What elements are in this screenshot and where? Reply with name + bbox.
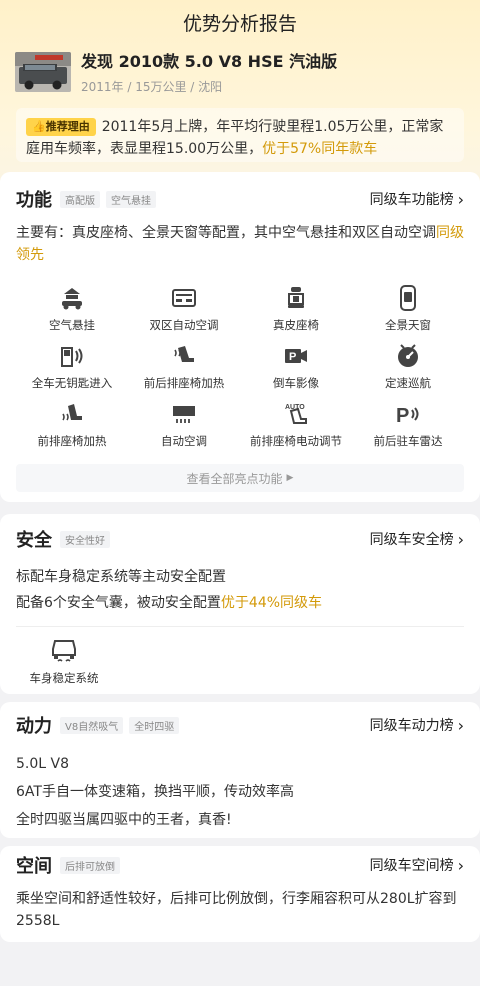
panoramic-sunroof-icon: [400, 285, 416, 311]
feature-label: 真皮座椅: [273, 318, 319, 332]
safety-line-1: 标配车身稳定系统等主动安全配置: [16, 569, 226, 585]
function-rank-label: 同级车功能榜: [369, 192, 454, 208]
chevron-right-icon: ›: [457, 189, 464, 209]
feature-item[interactable]: 车身稳定系统: [16, 637, 112, 695]
feature-item[interactable]: P 前后驻车雷达: [352, 400, 464, 458]
reverse-camera-icon: P: [285, 349, 307, 363]
feature-label: 前后排座椅加热: [143, 376, 225, 390]
power-seat-icon: AUTO: [285, 404, 307, 424]
recommend-box: 👍推荐理由 2011年5月上牌，年平均行驶里程1.05万公里，正常家庭用车频率，表…: [16, 108, 464, 162]
feature-label: 全车无钥匙进入: [31, 376, 113, 390]
safety-title: 安全: [16, 530, 52, 551]
safety-tag: 安全性好: [60, 530, 110, 548]
front-seat-heating-icon: [62, 404, 82, 421]
feature-label: 前排座椅加热: [37, 434, 107, 448]
feature-item[interactable]: 前后排座椅加热: [128, 342, 240, 400]
safety-line-2: 配备6个安全气囊，被动安全配置优于44%同级车: [16, 592, 464, 614]
air-suspension-icon: [62, 288, 82, 310]
power-rank-label: 同级车动力榜: [369, 718, 454, 734]
svg-text:P: P: [289, 351, 296, 363]
feature-item[interactable]: 全车无钥匙进入: [16, 342, 128, 400]
feature-label: 空气悬挂: [49, 318, 95, 332]
power-rank-link[interactable]: 同级车动力榜 ›: [370, 715, 464, 735]
feature-item[interactable]: 前排座椅加热: [16, 400, 128, 458]
safety-line-2-text: 配备6个安全气囊，被动安全配置: [16, 595, 221, 611]
function-card: 功能 高配版 空气悬挂 同级车功能榜 › 主要有：真皮座椅、全景天窗等配置，其中空…: [0, 172, 480, 502]
stability-control-icon: [52, 640, 76, 662]
chevron-right-icon: ›: [457, 855, 464, 875]
safety-rank-link[interactable]: 同级车安全榜 ›: [370, 529, 464, 549]
recommend-badge: 👍推荐理由: [26, 118, 96, 136]
power-line: 6AT手自一体变速箱，换挡平顺，传动效率高: [16, 784, 294, 800]
auto-ac-icon: [173, 406, 195, 423]
view-all-features-label: 查看全部亮点功能: [186, 471, 283, 486]
space-desc: 乘坐空间和舒适性较好，后排可比例放倒，行李厢容积可从280L扩容到2558L: [16, 891, 457, 929]
function-tag: 高配版: [60, 190, 100, 208]
feature-label: 双区自动空调: [149, 318, 219, 332]
feature-label: 定速巡航: [385, 376, 431, 390]
car-summary[interactable]: 发现 2010款 5.0 V8 HSE 汽油版 2011年 / 15万公里 / …: [15, 52, 337, 95]
chevron-right-icon: ›: [457, 715, 464, 735]
seat-heating-icon: [174, 346, 194, 362]
divider: [16, 626, 464, 627]
car-meta: 2011年 / 15万公里 / 沈阳: [81, 80, 223, 94]
page-title: 优势分析报告: [182, 12, 297, 35]
feature-item[interactable]: 空气悬挂: [16, 284, 128, 342]
recommend-highlight: 优于57%同年款车: [262, 141, 378, 157]
space-rank-link[interactable]: 同级车空间榜 ›: [370, 855, 464, 875]
car-thumbnail: [15, 52, 71, 92]
power-tag: V8自然吸气: [60, 716, 124, 734]
keyless-entry-icon: [61, 347, 83, 367]
function-rank-link[interactable]: 同级车功能榜 ›: [370, 189, 464, 209]
function-tag: 空气悬挂: [106, 190, 156, 208]
feature-grid: 空气悬挂 双区自动空调 真皮座椅 全景天窗 全车无钥匙进入 前后排座椅加热 P …: [16, 284, 464, 458]
feature-label: 前排座椅电动调节: [250, 434, 342, 448]
recommend-badge-label: 推荐理由: [45, 120, 90, 133]
view-all-features-button[interactable]: 查看全部亮点功能 ▶: [16, 464, 464, 492]
feature-item[interactable]: 全景天窗: [352, 284, 464, 342]
feature-item[interactable]: 定速巡航: [352, 342, 464, 400]
function-desc-text: 主要有：真皮座椅、全景天窗等配置，其中空气悬挂和双区自动空调: [16, 225, 436, 241]
chevron-right-icon: ›: [457, 529, 464, 549]
safety-rank-label: 同级车安全榜: [369, 532, 454, 548]
feature-label: 前后驻车雷达: [373, 434, 443, 448]
feature-item[interactable]: 自动空调: [128, 400, 240, 458]
power-title: 动力: [16, 716, 52, 737]
feature-label: 倒车影像: [273, 376, 319, 390]
svg-text:P: P: [396, 405, 409, 427]
function-desc: 主要有：真皮座椅、全景天窗等配置，其中空气悬挂和双区自动空调同级领先: [16, 222, 464, 266]
power-line: 5.0L V8: [16, 756, 69, 772]
power-card: 动力 V8自然吸气 全时四驱 同级车动力榜 › 5.0L V8 6AT手自一体变速…: [0, 702, 480, 838]
safety-card: 安全 安全性好 同级车安全榜 › 标配车身稳定系统等主动安全配置 配备6个安全气囊…: [0, 514, 480, 694]
parking-radar-icon: P: [396, 405, 419, 427]
thumbs-up-icon: 👍: [32, 120, 46, 133]
space-card: 空间 后排可放倒 同级车空间榜 › 乘坐空间和舒适性较好，后排可比例放倒，行李厢容…: [0, 846, 480, 942]
leather-seat-icon: [288, 287, 304, 308]
feature-item[interactable]: 双区自动空调: [128, 284, 240, 342]
feature-label: 车身稳定系统: [29, 671, 99, 685]
power-tag: 全时四驱: [129, 716, 180, 734]
feature-label: 全景天窗: [385, 318, 431, 332]
caret-right-icon: ▶: [286, 473, 294, 483]
power-line: 全时四驱当属四驱中的王者，真香!: [16, 812, 232, 828]
feature-label: 自动空调: [161, 434, 207, 448]
page-header: 优势分析报告: [0, 0, 480, 44]
cruise-control-icon: [398, 344, 418, 367]
space-title: 空间: [16, 856, 52, 877]
function-title: 功能: [16, 190, 52, 211]
space-rank-label: 同级车空间榜: [369, 858, 454, 874]
car-name: 发现 2010款 5.0 V8 HSE 汽油版: [81, 52, 338, 71]
space-tag: 后排可放倒: [60, 856, 120, 874]
safety-line-2-highlight: 优于44%同级车: [220, 595, 323, 611]
feature-item[interactable]: AUTO 前排座椅电动调节: [240, 400, 352, 458]
feature-item[interactable]: P 倒车影像: [240, 342, 352, 400]
feature-item[interactable]: 真皮座椅: [240, 284, 352, 342]
dual-zone-ac-icon: [172, 289, 196, 307]
